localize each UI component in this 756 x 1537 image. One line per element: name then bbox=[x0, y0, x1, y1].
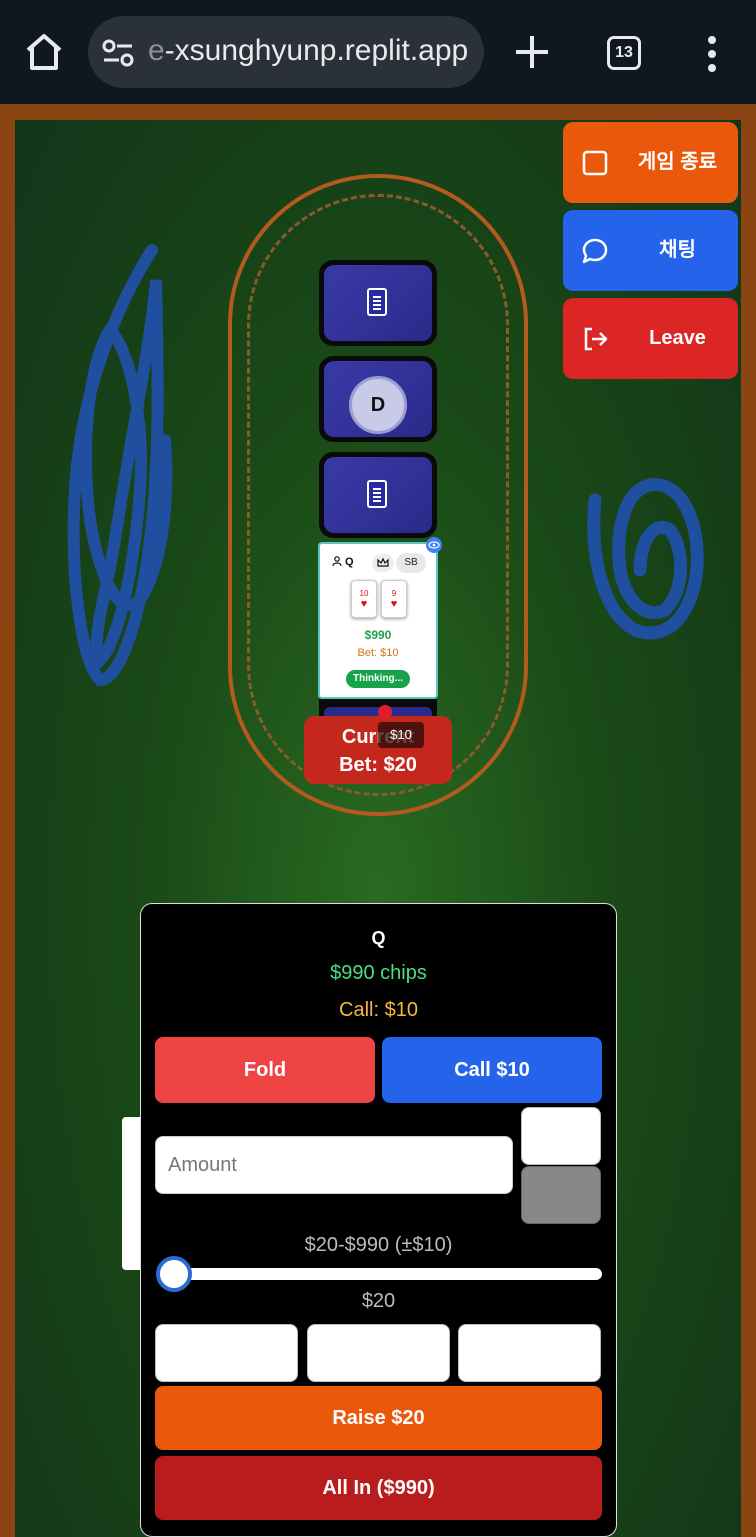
player-seat-bet: Bet: $10 bbox=[357, 647, 399, 659]
action-panel: Q $990 chips Call: $10 Fold Call $10 $20… bbox=[140, 903, 617, 1537]
active-indicator bbox=[378, 705, 392, 719]
browser-toolbar: e-xsunghyunp.replit.app 13 bbox=[0, 0, 756, 104]
seat-opponent-1 bbox=[319, 260, 437, 346]
action-player-name: Q bbox=[371, 928, 386, 948]
player-seat-card: Q SB 10 ♥ 9 ♥ $990 Bet: $10 Thinking... bbox=[318, 542, 438, 699]
dealer-button: D bbox=[349, 376, 407, 434]
pot-chip-label: $10 bbox=[378, 722, 424, 748]
leave-button[interactable]: Leave bbox=[563, 298, 738, 379]
player-seat-name: Q bbox=[332, 556, 354, 568]
scribble-left bbox=[67, 244, 173, 687]
player-seat-chips: $990 bbox=[364, 628, 392, 642]
hole-card-1: 10 ♥ bbox=[351, 580, 377, 618]
preset-button-2[interactable] bbox=[307, 1324, 450, 1382]
call-button[interactable]: Call $10 bbox=[382, 1037, 602, 1103]
position-badge: SB bbox=[396, 553, 426, 573]
all-in-button[interactable]: All In ($990) bbox=[155, 1456, 602, 1520]
fold-button[interactable]: Fold bbox=[155, 1037, 375, 1103]
logout-icon bbox=[584, 327, 608, 351]
preset-button-3[interactable] bbox=[458, 1324, 601, 1382]
url-text: e-xsunghyunp.replit.app bbox=[148, 34, 469, 67]
crown-icon bbox=[372, 554, 394, 572]
raise-range-label: $20-$990 (±$10) bbox=[304, 1234, 453, 1256]
seat-opponent-3 bbox=[319, 452, 437, 538]
chat-bubble-icon bbox=[582, 238, 608, 264]
person-icon bbox=[332, 556, 342, 567]
amount-increase-button[interactable] bbox=[521, 1107, 601, 1165]
raise-slider-track[interactable] bbox=[159, 1268, 602, 1280]
address-bar[interactable]: e-xsunghyunp.replit.app bbox=[88, 16, 484, 88]
raise-button[interactable]: Raise $20 bbox=[155, 1386, 602, 1450]
site-settings-icon[interactable] bbox=[102, 38, 134, 68]
hole-card-2: 9 ♥ bbox=[381, 580, 407, 618]
call-amount-info: Call: $10 bbox=[339, 999, 418, 1021]
amount-decrease-button[interactable] bbox=[521, 1166, 601, 1224]
scribble-right bbox=[587, 478, 704, 640]
stop-square-icon bbox=[582, 150, 608, 176]
home-icon[interactable] bbox=[22, 30, 66, 74]
tab-switcher-icon[interactable]: 13 bbox=[607, 36, 641, 70]
eye-icon[interactable] bbox=[426, 537, 442, 553]
new-tab-icon[interactable] bbox=[512, 32, 552, 72]
more-menu-icon[interactable] bbox=[700, 34, 724, 74]
chat-button[interactable]: 채팅 bbox=[563, 210, 738, 291]
card-back-icon bbox=[367, 480, 387, 508]
card-back-icon bbox=[367, 288, 387, 316]
raise-slider-value: $20 bbox=[361, 1290, 396, 1312]
player-status-badge: Thinking... bbox=[346, 670, 410, 688]
raise-amount-input[interactable] bbox=[155, 1136, 513, 1194]
raise-slider-thumb[interactable] bbox=[156, 1256, 192, 1292]
action-player-chips: $990 chips bbox=[330, 962, 427, 984]
end-game-button[interactable]: 게임 종료 bbox=[563, 122, 738, 203]
preset-button-1[interactable] bbox=[155, 1324, 298, 1382]
